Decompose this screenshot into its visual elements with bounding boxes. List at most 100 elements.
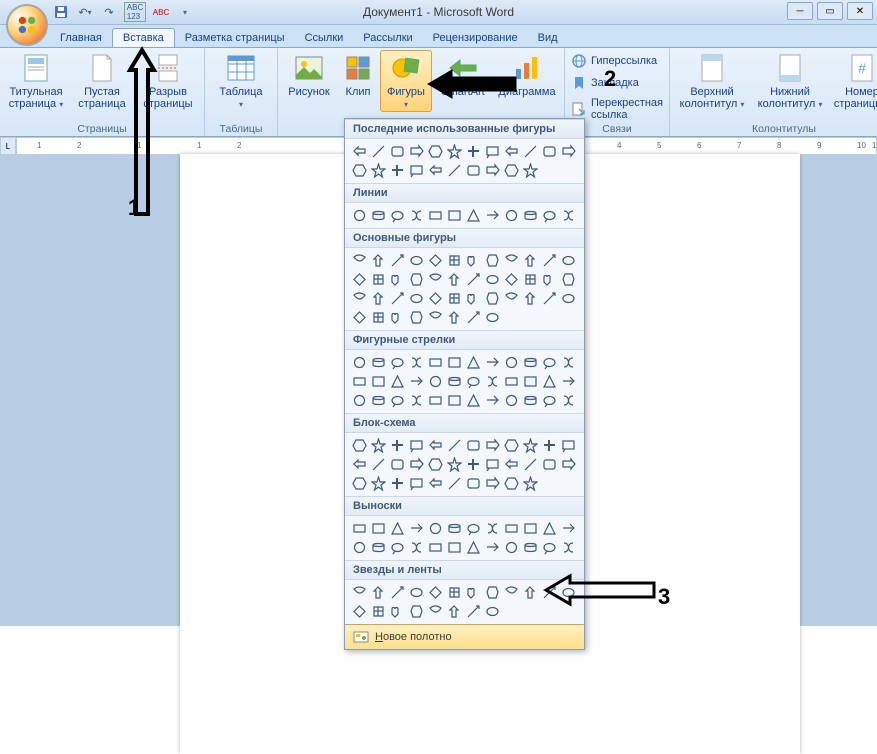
shape-option[interactable] [389, 207, 406, 224]
shape-option[interactable] [370, 584, 387, 601]
shape-option[interactable] [370, 309, 387, 326]
shape-option[interactable] [503, 373, 520, 390]
shape-option[interactable] [446, 271, 463, 288]
shape-option[interactable] [465, 475, 482, 492]
shape-option[interactable] [408, 354, 425, 371]
shape-option[interactable] [370, 207, 387, 224]
shape-option[interactable] [541, 437, 558, 454]
shape-option[interactable] [560, 354, 577, 371]
shape-option[interactable] [446, 539, 463, 556]
shape-option[interactable] [370, 290, 387, 307]
shape-option[interactable] [484, 290, 501, 307]
shape-option[interactable] [446, 392, 463, 409]
save-icon[interactable] [52, 3, 70, 21]
shape-option[interactable] [560, 143, 577, 160]
shape-option[interactable] [446, 252, 463, 269]
shape-option[interactable] [446, 456, 463, 473]
tab-insert[interactable]: Вставка [112, 28, 175, 47]
shape-option[interactable] [370, 520, 387, 537]
tab-selector[interactable]: L [0, 137, 16, 155]
clip-button[interactable]: Клип [338, 50, 378, 100]
shape-option[interactable] [465, 143, 482, 160]
shape-option[interactable] [408, 309, 425, 326]
shape-option[interactable] [408, 584, 425, 601]
shape-option[interactable] [446, 603, 463, 620]
shape-option[interactable] [522, 475, 539, 492]
shape-option[interactable] [484, 162, 501, 179]
shape-option[interactable] [389, 603, 406, 620]
shape-option[interactable] [427, 271, 444, 288]
shape-option[interactable] [484, 392, 501, 409]
shape-option[interactable] [427, 207, 444, 224]
shape-option[interactable] [408, 207, 425, 224]
shape-option[interactable] [522, 271, 539, 288]
shape-option[interactable] [408, 392, 425, 409]
maximize-button[interactable]: ▭ [817, 2, 843, 20]
shape-option[interactable] [560, 539, 577, 556]
shape-option[interactable] [427, 603, 444, 620]
shape-option[interactable] [465, 354, 482, 371]
shape-option[interactable] [541, 207, 558, 224]
shape-option[interactable] [370, 271, 387, 288]
minimize-button[interactable]: ─ [787, 2, 813, 20]
shape-option[interactable] [408, 520, 425, 537]
shape-option[interactable] [389, 539, 406, 556]
shape-option[interactable] [465, 392, 482, 409]
shape-option[interactable] [560, 252, 577, 269]
shape-option[interactable] [503, 252, 520, 269]
shape-option[interactable] [560, 207, 577, 224]
shape-option[interactable] [484, 475, 501, 492]
shape-option[interactable] [389, 456, 406, 473]
redo-icon[interactable]: ↷ [100, 3, 118, 21]
shape-option[interactable] [446, 309, 463, 326]
tab-page-layout[interactable]: Разметка страницы [175, 29, 295, 47]
shape-option[interactable] [484, 584, 501, 601]
new-canvas-button[interactable]: Новое полотно [345, 624, 584, 649]
shape-option[interactable] [389, 520, 406, 537]
shape-option[interactable] [503, 539, 520, 556]
qat-item-icon[interactable]: ABC123 [124, 2, 146, 22]
shape-option[interactable] [408, 252, 425, 269]
page-number-button[interactable]: # Номер страницы ▾ [830, 50, 877, 112]
shape-option[interactable] [484, 271, 501, 288]
shape-option[interactable] [389, 354, 406, 371]
office-button[interactable] [6, 4, 48, 46]
shape-option[interactable] [446, 437, 463, 454]
shape-option[interactable] [503, 290, 520, 307]
shape-option[interactable] [465, 271, 482, 288]
shape-option[interactable] [484, 207, 501, 224]
shape-option[interactable] [370, 162, 387, 179]
shape-option[interactable] [522, 354, 539, 371]
shape-option[interactable] [408, 456, 425, 473]
shape-option[interactable] [351, 271, 368, 288]
smartart-button[interactable]: SmartArt [434, 50, 492, 100]
shape-option[interactable] [465, 373, 482, 390]
shape-option[interactable] [370, 539, 387, 556]
shape-option[interactable] [484, 373, 501, 390]
chart-button[interactable]: Диаграмма [494, 50, 560, 100]
shape-option[interactable] [427, 456, 444, 473]
shape-option[interactable] [446, 584, 463, 601]
shape-option[interactable] [408, 162, 425, 179]
shape-option[interactable] [522, 373, 539, 390]
shape-option[interactable] [465, 309, 482, 326]
shape-option[interactable] [408, 539, 425, 556]
shape-option[interactable] [351, 437, 368, 454]
shape-option[interactable] [351, 207, 368, 224]
shape-option[interactable] [541, 252, 558, 269]
shape-option[interactable] [351, 373, 368, 390]
shape-option[interactable] [560, 392, 577, 409]
tab-mailings[interactable]: Рассылки [353, 29, 422, 47]
shape-option[interactable] [560, 290, 577, 307]
picture-button[interactable]: Рисунок [282, 50, 336, 100]
shape-option[interactable] [446, 475, 463, 492]
shape-option[interactable] [541, 354, 558, 371]
shape-option[interactable] [427, 539, 444, 556]
close-button[interactable]: ✕ [847, 2, 873, 20]
shape-option[interactable] [484, 539, 501, 556]
shape-option[interactable] [503, 520, 520, 537]
shape-option[interactable] [351, 475, 368, 492]
tab-view[interactable]: Вид [528, 29, 568, 47]
shape-option[interactable] [351, 143, 368, 160]
shape-option[interactable] [541, 584, 558, 601]
